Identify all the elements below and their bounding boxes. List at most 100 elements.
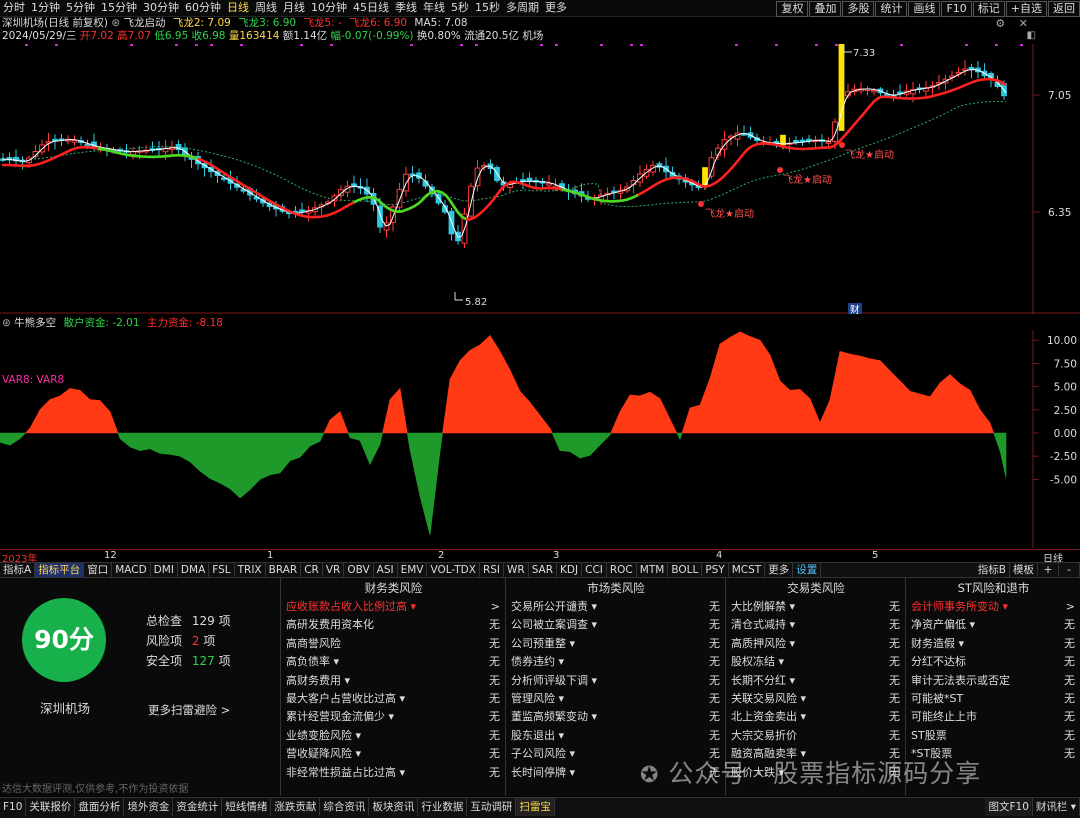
toolbar-button[interactable]: 画线 — [908, 1, 941, 17]
bottom-tab[interactable]: 扫雷宝 — [516, 798, 555, 816]
risk-item[interactable]: 累计经营现金流偏少 ▾ 无 — [281, 708, 506, 726]
bottom-tab[interactable]: 境外资金 — [124, 798, 174, 816]
risk-item[interactable]: 可能终止上市 无 — [906, 708, 1080, 726]
lower-toggle-icon[interactable]: ⊛ — [2, 317, 11, 329]
collapse-icon[interactable]: ◧ — [1027, 30, 1036, 41]
period-tab[interactable]: 日线 — [224, 0, 252, 16]
indicator-tab[interactable]: ROC — [607, 563, 637, 577]
period-tab[interactable]: 分时 — [0, 0, 28, 16]
indicator-tab[interactable]: 指标平台 — [35, 563, 85, 577]
template-tab[interactable]: 模板 — [1010, 563, 1038, 577]
risk-item[interactable]: 非经常性损益占比过高 ▾ 无 — [281, 764, 506, 782]
risk-item[interactable]: 应收账款占收入比例过高 ▾ > — [281, 598, 506, 616]
bottom-tab[interactable]: 关联报价 — [26, 798, 76, 816]
indicator-tab[interactable]: FSL — [209, 563, 235, 577]
indicator-tab[interactable]: VOL-TDX — [427, 563, 480, 577]
close-icon[interactable]: ✕ — [1019, 17, 1028, 30]
period-tab[interactable]: 5分钟 — [63, 0, 98, 16]
risk-item[interactable]: 长期不分红 ▾ 无 — [726, 672, 906, 690]
risk-item[interactable]: 营收疑降风险 ▾ 无 — [281, 745, 506, 763]
indicator-tab[interactable]: 设置 — [793, 563, 822, 577]
more-scan-link[interactable]: 更多扫雷避险 > — [148, 702, 230, 718]
remove-window-icon[interactable]: - — [1059, 563, 1080, 577]
indicator-tab[interactable]: 指标A — [0, 563, 36, 577]
period-tab[interactable]: 年线 — [420, 0, 448, 16]
bottom-tab[interactable]: 短线情绪 — [222, 798, 272, 816]
bull-bear-chart[interactable]: 10.00 7.50 5.00 2.50 0.00 -2.50 -5.00 — [0, 330, 1080, 548]
indicator-tab[interactable]: 窗口 — [84, 563, 113, 577]
indicator-tab[interactable]: CCI — [582, 563, 607, 577]
indicator-tab[interactable]: MTM — [637, 563, 669, 577]
risk-item[interactable]: 管理风险 ▾ 无 — [506, 690, 726, 708]
risk-item[interactable]: 高质押风险 ▾ 无 — [726, 635, 906, 653]
indicator-tab[interactable]: BOLL — [668, 563, 703, 577]
period-tab[interactable]: 15秒 — [472, 0, 503, 16]
toolbar-button[interactable]: 统计 — [875, 1, 908, 17]
risk-item[interactable]: 关联交易风险 ▾ 无 — [726, 690, 906, 708]
indicator-tab[interactable]: EMV — [398, 563, 428, 577]
bottom-tab[interactable]: 行业数据 — [418, 798, 468, 816]
risk-item[interactable]: 财务造假 ▾ 无 — [906, 635, 1080, 653]
period-tab[interactable]: 更多 — [542, 0, 570, 16]
risk-item[interactable]: 高商誉风险 无 — [281, 635, 506, 653]
risk-item[interactable]: 债券违约 ▾ 无 — [506, 653, 726, 671]
bottom-tab[interactable]: 资金统计 — [173, 798, 223, 816]
indicator-b-tab[interactable]: 指标B — [975, 563, 1010, 577]
add-window-icon[interactable]: + — [1038, 563, 1059, 577]
financial-report-marker[interactable]: 财 — [848, 303, 862, 314]
toolbar-button[interactable]: 多股 — [842, 1, 875, 17]
bottom-tab[interactable]: 板块资讯 — [369, 798, 419, 816]
risk-item[interactable]: ST股票 无 — [906, 727, 1080, 745]
indicator-tab[interactable]: DMA — [178, 563, 210, 577]
risk-item[interactable]: 北上资金卖出 ▾ 无 — [726, 708, 906, 726]
indicator-tab[interactable]: RSI — [480, 563, 504, 577]
period-tab[interactable]: 1分钟 — [28, 0, 63, 16]
toolbar-button[interactable]: 叠加 — [809, 1, 842, 17]
risk-item[interactable]: 高负债率 ▾ 无 — [281, 653, 506, 671]
period-tab[interactable]: 45日线 — [350, 0, 392, 16]
bottom-tab[interactable]: 涨跌贡献 — [271, 798, 321, 816]
indicator-tab[interactable]: OBV — [344, 563, 374, 577]
settings-icon[interactable]: ⚙ — [995, 17, 1005, 30]
risk-item[interactable]: 高研发费用资本化 无 — [281, 616, 506, 634]
indicator-tab[interactable]: 更多 — [765, 563, 794, 577]
risk-item[interactable]: 高财务费用 ▾ 无 — [281, 672, 506, 690]
indicator-tab[interactable]: KDJ — [557, 563, 583, 577]
risk-item[interactable]: 会计师事务所变动 ▾ > — [906, 598, 1080, 616]
risk-item[interactable]: 可能被*ST 无 — [906, 690, 1080, 708]
period-tab[interactable]: 月线 — [280, 0, 308, 16]
period-tab[interactable]: 周线 — [252, 0, 280, 16]
indicator-tab[interactable]: BRAR — [266, 563, 302, 577]
f10-graphic-tab[interactable]: 图文F10 — [985, 798, 1033, 816]
risk-item[interactable]: 分析师评级下调 ▾ 无 — [506, 672, 726, 690]
period-tab[interactable]: 30分钟 — [140, 0, 182, 16]
indicator-tab[interactable]: PSY — [702, 563, 729, 577]
risk-item[interactable]: 公司被立案调查 ▾ 无 — [506, 616, 726, 634]
risk-item[interactable]: 交易所公开谴责 ▾ 无 — [506, 598, 726, 616]
risk-item[interactable]: 业绩变脸风险 ▾ 无 — [281, 727, 506, 745]
indicator-tab[interactable]: MCST — [729, 563, 766, 577]
risk-item[interactable]: 净资产偏低 ▾ 无 — [906, 616, 1080, 634]
indicator-tab[interactable]: MACD — [112, 563, 151, 577]
risk-item[interactable]: 公司预重整 ▾ 无 — [506, 635, 726, 653]
period-tab[interactable]: 15分钟 — [98, 0, 140, 16]
period-tab[interactable]: 5秒 — [448, 0, 472, 16]
risk-item[interactable]: 股权冻结 ▾ 无 — [726, 653, 906, 671]
risk-item[interactable]: 大宗交易折价 无 — [726, 727, 906, 745]
indicator-name[interactable]: 飞龙启动 — [124, 17, 166, 29]
indicator-tab[interactable]: SAR — [529, 563, 558, 577]
indicator-tab[interactable]: ASI — [374, 563, 398, 577]
indicator-tab[interactable]: DMI — [151, 563, 178, 577]
lower-indicator-name[interactable]: 牛熊多空 — [14, 317, 56, 329]
bottom-tab[interactable]: 综合资讯 — [320, 798, 370, 816]
risk-item[interactable]: 分红不达标 无 — [906, 653, 1080, 671]
toolbar-button[interactable]: 返回 — [1048, 1, 1080, 17]
risk-item[interactable]: 董监高频繁变动 ▾ 无 — [506, 708, 726, 726]
news-column-tab[interactable]: 财讯栏 ▾ — [1033, 798, 1080, 816]
indicator-tab[interactable]: WR — [504, 563, 529, 577]
toolbar-button[interactable]: 标记 — [972, 1, 1005, 17]
kline-chart[interactable]: 7.05 6.35 7.33 5.82 飞龙★启动 飞龙★启动 飞龙★启动 财 — [0, 44, 1080, 314]
toolbar-button[interactable]: F10 — [941, 1, 972, 17]
indicator-tab[interactable]: VR — [323, 563, 345, 577]
indicator-tab[interactable]: CR — [301, 563, 323, 577]
